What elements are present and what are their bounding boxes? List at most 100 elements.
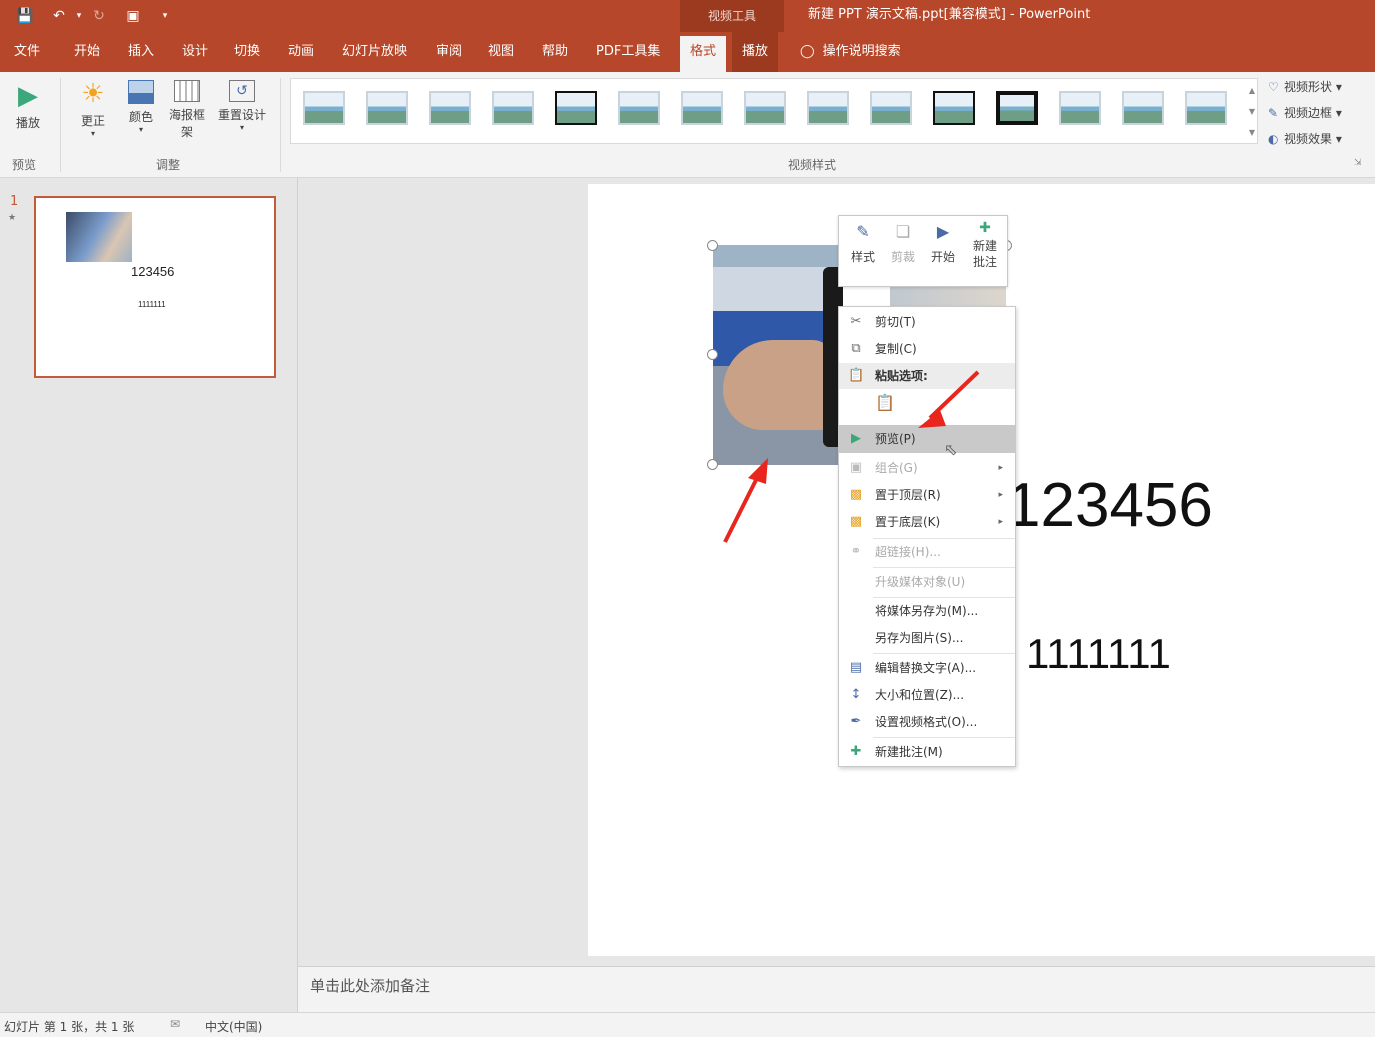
- tab-insert[interactable]: 插入: [118, 32, 164, 72]
- dialog-launcher-icon[interactable]: ⇲: [1354, 158, 1362, 168]
- thumbnail-subtitle: 1111111: [138, 300, 166, 309]
- start-button[interactable]: ▶ 开始: [923, 222, 963, 265]
- menu-label: 将媒体另存为(M)...: [875, 604, 979, 618]
- resize-handle[interactable]: [707, 240, 718, 251]
- video-style-thumb[interactable]: [807, 91, 849, 125]
- pen-icon: ✎: [1268, 106, 1279, 120]
- slide-number: 1: [10, 194, 19, 209]
- tab-transitions[interactable]: 切换: [224, 32, 270, 72]
- tab-file[interactable]: 文件: [4, 32, 50, 72]
- menu-item-upgrade-media: 升级媒体对象(U): [839, 569, 1015, 595]
- annotation-arrows: [723, 370, 980, 543]
- reset-design-button[interactable]: ↺ 重置设计 ▾: [214, 80, 270, 132]
- tell-me-search[interactable]: ◯ 操作说明搜索: [800, 32, 901, 72]
- play-button[interactable]: ▶ 播放: [8, 82, 48, 131]
- annotation-arrow-up: [723, 471, 762, 543]
- menu-item-copy[interactable]: ⧉ 复制(C): [839, 336, 1015, 362]
- status-bar: 幻灯片 第 1 张，共 1 张 ✉ 中文(中国): [0, 1012, 1375, 1037]
- video-style-thumb[interactable]: [681, 91, 723, 125]
- notes-pane[interactable]: 单击此处添加备注: [298, 966, 1375, 1012]
- customize-quick-access-icon[interactable]: ▾: [156, 7, 174, 25]
- group-video-styles-label: 视频样式: [788, 158, 837, 172]
- poster-frame-button[interactable]: 海报框架: [164, 80, 210, 140]
- video-style-thumb[interactable]: [1059, 91, 1101, 125]
- lightbulb-icon: ◯: [800, 44, 815, 59]
- spelling-icon[interactable]: ✉: [170, 1017, 180, 1031]
- video-border-button[interactable]: ✎ 视频边框 ▾: [1268, 104, 1342, 121]
- picture-icon: [128, 80, 154, 104]
- tab-design[interactable]: 设计: [172, 32, 218, 72]
- group-adjust-label: 调整: [156, 158, 181, 172]
- effects-icon: ◐: [1268, 132, 1279, 146]
- new-comment-label: 新建批注: [972, 239, 997, 269]
- video-style-thumb[interactable]: [744, 91, 786, 125]
- reset-dropdown-icon: ▾: [239, 123, 244, 132]
- menu-label: 新建批注(M): [875, 745, 943, 759]
- video-style-thumb[interactable]: [429, 91, 471, 125]
- menu-item-size-position[interactable]: ↕ 大小和位置(Z)...: [839, 682, 1015, 708]
- document-title: 新建 PPT 演示文稿.ppt[兼容模式] - PowerPoint: [808, 7, 1091, 22]
- resize-handle[interactable]: [707, 349, 718, 360]
- color-label: 颜色: [128, 110, 153, 124]
- poster-frame-label: 海报框架: [168, 108, 205, 139]
- slide-count-status: 幻灯片 第 1 张，共 1 张: [4, 1020, 135, 1034]
- corrections-button[interactable]: ☀ 更正 ▾: [72, 80, 114, 138]
- menu-item-format-video[interactable]: ✒ 设置视频格式(O)...: [839, 709, 1015, 735]
- mini-toolbar: ✎ 样式 ❏ 剪裁 ▶ 开始 ✚ 新建批注: [838, 215, 1008, 287]
- menu-label: 复制(C): [875, 342, 917, 356]
- tab-format[interactable]: 格式: [680, 36, 727, 72]
- present-icon[interactable]: ▣: [124, 7, 142, 25]
- video-effects-button[interactable]: ◐ 视频效果 ▾: [1268, 130, 1342, 147]
- thumbnail-title: 123456: [131, 264, 175, 279]
- context-group-label: 视频工具: [680, 0, 784, 32]
- video-style-thumb[interactable]: [303, 91, 345, 125]
- video-object-edge[interactable]: [890, 286, 1006, 306]
- menu-item-save-picture[interactable]: 另存为图片(S)...: [839, 625, 1015, 651]
- style-button[interactable]: ✎ 样式: [843, 222, 883, 265]
- crop-button: ❏ 剪裁: [883, 222, 923, 265]
- group-preview-label: 预览: [12, 158, 37, 172]
- menu-item-save-media[interactable]: 将媒体另存为(M)...: [839, 598, 1015, 624]
- video-shape-button[interactable]: ♡ 视频形状 ▾: [1268, 78, 1342, 95]
- video-style-thumb[interactable]: [492, 91, 534, 125]
- new-comment-button[interactable]: ✚ 新建批注: [965, 220, 1005, 270]
- video-style-thumb[interactable]: [996, 91, 1038, 125]
- video-style-thumb[interactable]: [1185, 91, 1227, 125]
- gallery-scroll[interactable]: ▲ ▼ ▼: [1246, 80, 1258, 143]
- size-icon: ↕: [850, 687, 862, 702]
- scissors-icon: ✂: [850, 314, 862, 329]
- annotation-arrowhead: [918, 410, 946, 428]
- menu-label: 升级媒体对象(U): [875, 575, 966, 589]
- video-style-thumb[interactable]: [933, 91, 975, 125]
- crop-icon: ❏: [895, 222, 911, 241]
- tab-slideshow[interactable]: 幻灯片放映: [332, 32, 417, 72]
- menu-label: 编辑替换文字(A)...: [875, 661, 977, 675]
- style-icon: ✎: [856, 222, 870, 241]
- undo-dropdown-icon[interactable]: ▾: [70, 7, 88, 25]
- video-style-thumb[interactable]: [555, 91, 597, 125]
- tab-playback[interactable]: 播放: [732, 32, 779, 72]
- thumbnail-video: [66, 212, 132, 262]
- color-button[interactable]: 颜色 ▾: [120, 80, 162, 134]
- video-style-thumb[interactable]: [870, 91, 912, 125]
- slide-subtitle-text[interactable]: 1111111: [1026, 630, 1171, 678]
- language-status[interactable]: 中文(中国): [205, 1018, 262, 1035]
- reset-icon: ↺: [229, 80, 255, 102]
- slide-title-text[interactable]: 123456: [1006, 470, 1213, 541]
- undo-icon[interactable]: ↶: [50, 7, 68, 25]
- video-style-thumb[interactable]: [1122, 91, 1164, 125]
- video-style-thumb[interactable]: [366, 91, 408, 125]
- save-icon[interactable]: 💾: [16, 7, 34, 25]
- tab-home[interactable]: 开始: [64, 32, 110, 72]
- tab-review[interactable]: 审阅: [426, 32, 472, 72]
- tab-pdf-tools[interactable]: PDF工具集: [586, 32, 670, 72]
- menu-item-cut[interactable]: ✂ 剪切(T): [839, 309, 1015, 335]
- video-style-thumb[interactable]: [618, 91, 660, 125]
- tab-help[interactable]: 帮助: [532, 32, 578, 72]
- menu-item-alt-text[interactable]: ▤ 编辑替换文字(A)...: [839, 655, 1015, 681]
- menu-separator: [873, 653, 1015, 654]
- menu-item-new-comment[interactable]: ✚ 新建批注(M): [839, 739, 1015, 765]
- color-dropdown-icon: ▾: [138, 125, 143, 134]
- tab-animations[interactable]: 动画: [278, 32, 324, 72]
- tab-view[interactable]: 视图: [478, 32, 524, 72]
